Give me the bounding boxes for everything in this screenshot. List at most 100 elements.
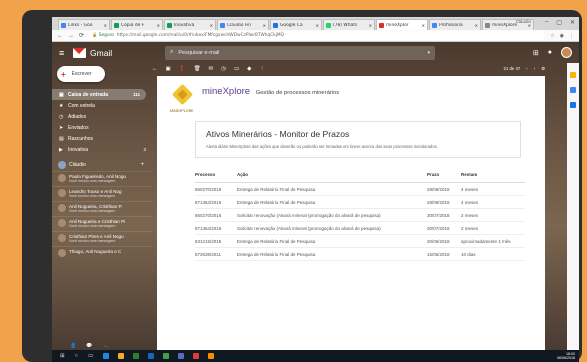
task-view-icon[interactable]: ▭ <box>88 353 93 359</box>
tab-close-icon[interactable]: ✕ <box>316 23 319 28</box>
notifications-icon[interactable]: ● <box>548 49 552 56</box>
inbox-icon: ▣ <box>59 91 64 98</box>
contact-item[interactable]: Thiago, Anil Nogueira e C <box>52 246 152 261</box>
tab-favicon-icon <box>485 22 490 28</box>
newer-icon[interactable]: ‹ <box>526 66 527 72</box>
folder-item[interactable]: ▣ Caixa de entrada 111 <box>52 89 146 100</box>
chat-icon[interactable]: 💬 <box>86 343 92 349</box>
tab-favicon-icon <box>114 22 119 28</box>
edge-icon[interactable] <box>103 353 110 359</box>
excel-icon[interactable] <box>133 353 140 359</box>
archive-icon[interactable]: ▣ <box>166 66 171 72</box>
tab-list: Links - Goo ✕ Cópia de F ✕ Inovativa ✕ Claudio… <box>58 19 535 30</box>
folder-item[interactable]: ➤ Enviados <box>52 122 152 133</box>
tasks-icon[interactable] <box>570 87 576 93</box>
tab-close-icon[interactable]: ✕ <box>475 23 478 28</box>
col-prazo: Prazo <box>427 172 461 183</box>
explorer-icon[interactable] <box>118 353 125 359</box>
mail-icon[interactable] <box>208 353 215 359</box>
contact-list: Paula Figueiredo, Anil Nogu Você enviou u… <box>52 171 152 261</box>
browser-tab[interactable]: Claudio Fin ✕ <box>217 19 269 30</box>
close-icon[interactable]: ✕ <box>570 19 575 26</box>
browser-tab[interactable]: Google Ca ✕ <box>270 19 322 30</box>
folder-item[interactable]: ◷ Adiados <box>52 111 152 122</box>
search-input[interactable]: ⌕ Pesquisar e-mail ▾ <box>165 45 435 60</box>
browser-tab[interactable]: (78) Whats ✕ <box>323 19 375 30</box>
forward-icon[interactable]: → <box>68 33 74 39</box>
back-icon[interactable]: ← <box>57 33 63 39</box>
delete-icon[interactable]: 🗑 <box>194 66 201 72</box>
pdf-icon[interactable] <box>193 353 200 359</box>
browser-tab[interactable]: Cópia de F ✕ <box>111 19 163 30</box>
gmail-sidebar: + Escrever ▣ Caixa de entrada 111 ★ Com estr… <box>52 63 152 350</box>
back-to-inbox-icon[interactable]: ← <box>152 66 158 72</box>
settings-icon[interactable]: ⚙ <box>541 66 545 72</box>
account-avatar[interactable] <box>561 47 572 58</box>
more-icon[interactable]: ⋮ <box>569 33 574 39</box>
pager-count: 21 de 47 <box>503 65 521 71</box>
keep-icon[interactable] <box>570 72 576 78</box>
profile-name[interactable]: Cláudio <box>516 19 531 26</box>
cell-restam: 10 dias <box>461 247 525 261</box>
tab-title: (78) Whats <box>333 22 358 28</box>
tab-close-icon[interactable]: ✕ <box>104 23 107 28</box>
logo-label: MINEXPLORE <box>170 109 194 113</box>
mark-unread-icon[interactable]: ✉ <box>209 66 214 72</box>
col-restam: Restam <box>461 172 525 183</box>
gmail-logo[interactable]: Gmail <box>73 47 165 58</box>
tab-close-icon[interactable]: ✕ <box>157 23 160 28</box>
folder-item[interactable]: ▶ Inovativa 3 <box>52 144 152 155</box>
cell-restam: 4 meses <box>461 195 525 209</box>
url-field[interactable]: 🔒 Seguro https://mail.google.com/mail/u/… <box>89 31 545 40</box>
compose-button[interactable]: + Escrever <box>57 66 105 82</box>
tab-close-icon[interactable]: ✕ <box>422 23 425 28</box>
browser-tab[interactable]: Inovativa ✕ <box>164 19 216 30</box>
browser-tab[interactable]: mineXplor ✕ <box>376 19 428 30</box>
app-icon[interactable] <box>178 353 185 359</box>
snooze-icon[interactable]: ◷ <box>221 66 226 72</box>
calendar-icon[interactable] <box>570 102 576 108</box>
apps-grid-icon[interactable]: ⊞ <box>533 49 539 57</box>
cell-acao: Solicitar renovação (Alvará mineral (pro… <box>237 208 427 222</box>
contact-item[interactable]: Paula Figueiredo, Anil Nogu Você enviou u… <box>52 171 152 186</box>
word-icon[interactable] <box>148 353 155 359</box>
tab-close-icon[interactable]: ✕ <box>263 23 266 28</box>
add-contact-icon[interactable]: + <box>140 162 152 168</box>
tab-title: Inovativa <box>174 22 195 28</box>
search-options-icon[interactable]: ▾ <box>427 50 430 56</box>
phone-icon[interactable]: 📞 <box>102 343 108 349</box>
browser-tab[interactable]: Links - Goo ✕ <box>58 19 110 30</box>
system-clock[interactable]: 18:00 06/06/2018 <box>557 352 579 360</box>
tab-close-icon[interactable]: ✕ <box>210 23 213 28</box>
contact-item[interactable]: Cristhian Pires e Anil Nogu Você enviou u… <box>52 231 152 246</box>
person-icon[interactable]: 👤 <box>70 343 76 349</box>
older-icon[interactable]: › <box>534 66 535 72</box>
minimize-icon[interactable]: – <box>545 19 548 26</box>
tab-close-icon[interactable]: ✕ <box>369 23 372 28</box>
star-bookmark-icon[interactable]: ☆ <box>550 33 554 39</box>
move-to-icon[interactable]: ▭ <box>234 66 239 72</box>
maximize-icon[interactable]: ▢ <box>556 19 562 26</box>
more-actions-icon[interactable]: ⋮ <box>259 66 265 72</box>
extension-icon[interactable]: ◉ <box>560 33 564 39</box>
cell-acao: Entrega de Relatório Final de Pesquisa <box>237 234 427 248</box>
reload-icon[interactable]: ⟳ <box>79 32 84 39</box>
folder-item[interactable]: ▤ Rascunhos <box>52 133 152 144</box>
main-menu-icon[interactable]: ≡ <box>59 48 73 58</box>
label-icon[interactable]: ◆ <box>247 66 251 72</box>
send-icon: ➤ <box>59 124 64 131</box>
taskbar-search-icon[interactable]: ○ <box>75 353 78 359</box>
browser-tab[interactable]: Profissiona ✕ <box>429 19 481 30</box>
contact-item[interactable]: Anil Nogueira e Cristhian Pi Você enviou … <box>52 216 152 231</box>
contact-item[interactable]: Leandro Touso e Anil Nog Você enviou uma … <box>52 186 152 201</box>
chrome-icon[interactable] <box>163 353 170 359</box>
folder-item[interactable]: ★ Com estrela <box>52 100 152 111</box>
email-brand: MINEXPLORE mineXplore Gestão de processo… <box>157 76 545 113</box>
tab-favicon-icon <box>379 22 384 28</box>
tab-favicon-icon <box>220 22 225 28</box>
email-body: MINEXPLORE mineXplore Gestão de processo… <box>157 76 545 350</box>
hangouts-header[interactable]: Cláudio + <box>52 159 152 171</box>
report-spam-icon[interactable]: ❗ <box>179 66 186 72</box>
contact-item[interactable]: Anil Nogueira, Cristhian P. Você enviou u… <box>52 201 152 216</box>
windows-start-icon[interactable]: ⊞ <box>60 353 65 359</box>
